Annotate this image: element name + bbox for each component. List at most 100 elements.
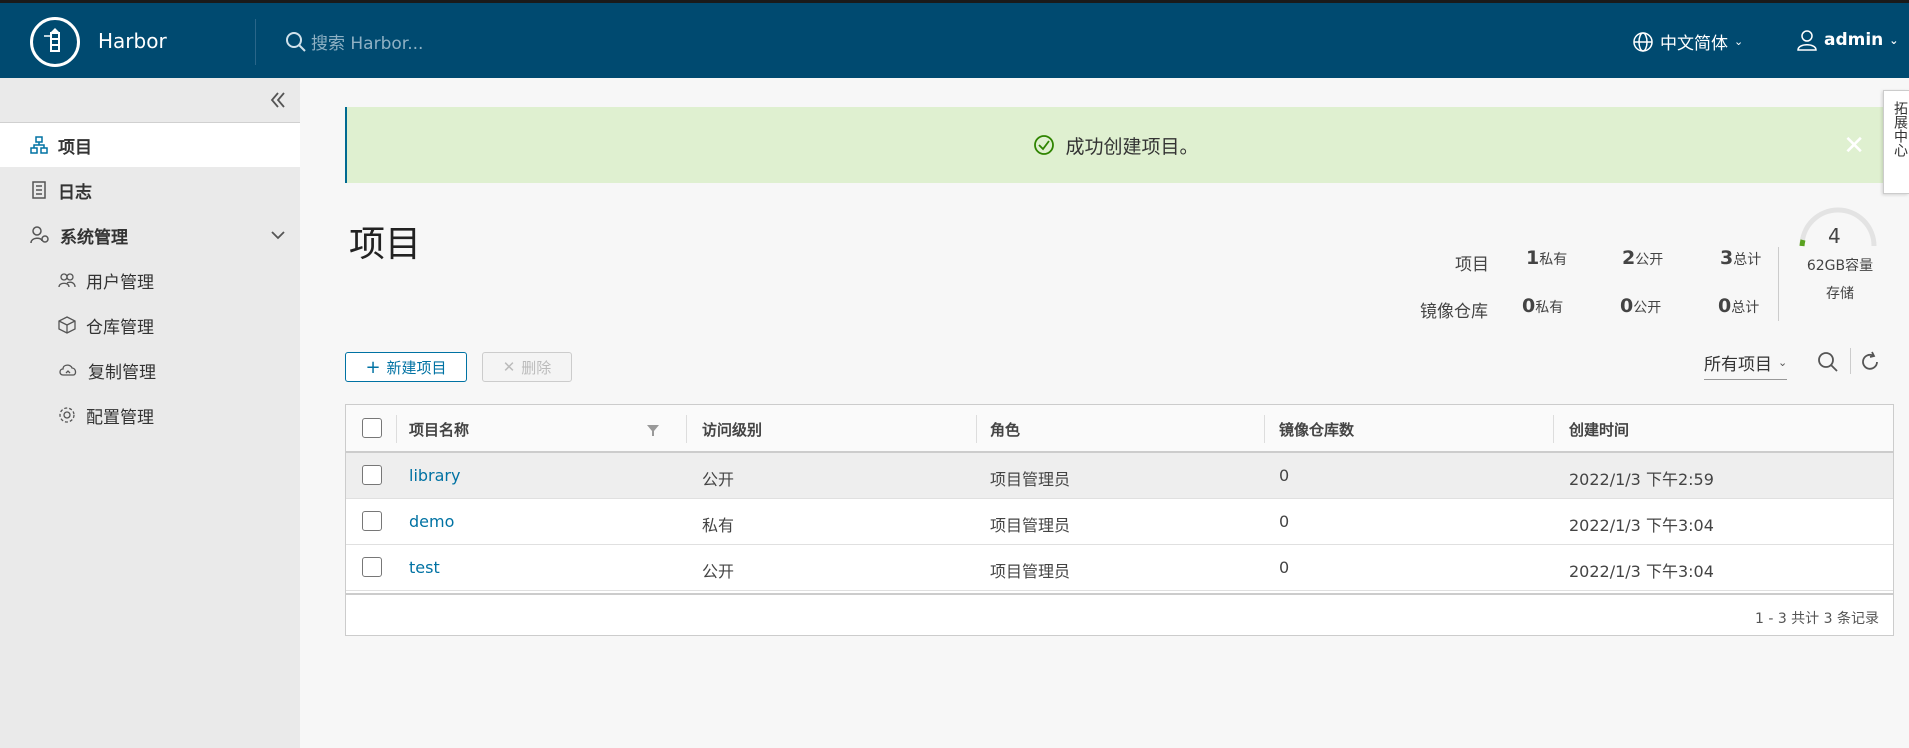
filter-icon[interactable] (646, 423, 660, 437)
summary-project-label: 项目 (1455, 255, 1489, 275)
project-name-link[interactable]: test (409, 558, 440, 577)
filter-value: 所有项目 (1704, 355, 1772, 375)
registry-icon (58, 316, 76, 334)
sidebar-subitem-label: 用户管理 (86, 272, 154, 293)
sidebar-item-registries[interactable]: 仓库管理 (0, 303, 300, 347)
top-navigation-bar: Harbor 搜索 Harbor... 中文简体 ⌄ admin ⌄ (0, 0, 1909, 78)
language-selector[interactable]: 中文简体 ⌄ (1632, 29, 1743, 54)
pagination-info: 1 - 3 共计 3 条记录 (1754, 611, 1879, 627)
toolbar-divider (1850, 348, 1851, 374)
delete-label: 删除 (521, 358, 552, 377)
project-icon (30, 136, 48, 154)
table-row[interactable]: test 公开 项目管理员 0 2022/1/3 下午3:04 (346, 545, 1893, 591)
row-checkbox[interactable] (362, 465, 382, 485)
global-search[interactable]: 搜索 Harbor... (285, 29, 423, 54)
column-separator (976, 415, 977, 443)
users-icon (58, 273, 76, 288)
select-all-checkbox[interactable] (362, 418, 382, 438)
page-title: 项目 (349, 224, 422, 265)
project-filter-select[interactable]: 所有项目 ⌄ (1704, 350, 1788, 380)
column-separator (1553, 415, 1554, 443)
repo-count: 0 (1279, 466, 1290, 485)
header-divider (255, 19, 256, 65)
role: 项目管理员 (990, 470, 1071, 489)
sidebar-subitem-label: 复制管理 (88, 362, 156, 383)
check-circle-icon (1034, 135, 1055, 155)
access-level: 公开 (702, 470, 735, 489)
project-private-count: 1私有 (1526, 247, 1568, 269)
delete-button[interactable]: ✕ 删除 (482, 352, 572, 382)
alert-message: 成功创建项目。 (1065, 135, 1199, 158)
extension-drawer-tab[interactable]: 拓展中心 (1883, 90, 1909, 194)
column-separator (1264, 415, 1265, 443)
sidebar-item-label: 项目 (58, 137, 92, 158)
sidebar-item-config[interactable]: 配置管理 (0, 393, 300, 437)
sidebar-item-replication[interactable]: 复制管理 (0, 348, 300, 392)
creation-time: 2022/1/3 下午3:04 (1569, 516, 1714, 535)
repo-count: 0 (1279, 512, 1290, 531)
sidebar-subitem-label: 仓库管理 (86, 317, 154, 338)
project-public-count: 2公开 (1622, 247, 1664, 269)
new-project-label: 新建项目 (386, 358, 447, 377)
storage-capacity: 62GB容量 (1806, 258, 1874, 274)
sidebar-item-users[interactable]: 用户管理 (0, 258, 300, 302)
config-icon (59, 407, 75, 423)
column-header-created[interactable]: 创建时间 (1569, 419, 1629, 440)
repo-total-count: 0总计 (1718, 295, 1760, 317)
repo-count: 0 (1279, 558, 1290, 577)
sidebar-item-label: 日志 (58, 182, 92, 203)
language-label: 中文简体 (1660, 34, 1728, 54)
sidebar-item-logs[interactable]: 日志 (0, 168, 300, 212)
collapse-sidebar-icon[interactable] (268, 90, 288, 110)
summary-divider (1778, 247, 1779, 321)
harbor-logo-icon[interactable] (30, 17, 80, 67)
project-total-count: 3总计 (1720, 247, 1762, 269)
plus-icon: + (365, 356, 381, 378)
project-name-link[interactable]: demo (409, 512, 454, 531)
table-header: 项目名称 访问级别 角色 镜像仓库数 创建时间 (346, 405, 1893, 453)
sidebar-item-projects[interactable]: 项目 (0, 123, 300, 167)
column-separator (396, 415, 397, 443)
role: 项目管理员 (990, 562, 1071, 581)
summary-repo-label: 镜像仓库 (1420, 302, 1488, 322)
access-level: 私有 (702, 516, 735, 535)
user-menu[interactable]: admin ⌄ (1796, 29, 1899, 51)
drawer-tab-label: 拓展中心 (1892, 101, 1908, 157)
refresh-icon[interactable] (1858, 350, 1882, 374)
close-icon[interactable]: ✕ (1843, 131, 1865, 161)
table-row[interactable]: library 公开 项目管理员 0 2022/1/3 下午2:59 (346, 453, 1893, 499)
repo-private-count: 0私有 (1522, 295, 1564, 317)
row-checkbox[interactable] (362, 557, 382, 577)
chevron-down-icon: ⌄ (1778, 356, 1788, 369)
column-separator (686, 415, 687, 443)
repo-public-count: 0公开 (1620, 295, 1662, 317)
brand-name[interactable]: Harbor (98, 29, 167, 53)
search-icon (286, 31, 306, 52)
globe-icon (1633, 31, 1653, 52)
sidebar-item-admin[interactable]: 系统管理 (0, 213, 300, 257)
creation-time: 2022/1/3 下午3:04 (1569, 562, 1714, 581)
row-checkbox[interactable] (362, 511, 382, 531)
creation-time: 2022/1/3 下午2:59 (1569, 470, 1714, 489)
table-footer: 1 - 3 共计 3 条记录 (346, 593, 1893, 637)
column-header-role[interactable]: 角色 (990, 419, 1020, 440)
project-name-link[interactable]: library (409, 466, 460, 485)
username: admin (1824, 30, 1884, 50)
sidebar-subitem-label: 配置管理 (86, 407, 154, 428)
sidebar: 项目 日志 系统管理 用户管理 仓库管理 复制管理 配置管理 (0, 78, 300, 748)
sidebar-item-label: 系统管理 (60, 227, 128, 248)
storage-info: 62GB容量 存储 (1800, 252, 1880, 308)
column-header-access[interactable]: 访问级别 (702, 419, 762, 440)
new-project-button[interactable]: + 新建项目 (345, 352, 467, 382)
column-header-name[interactable]: 项目名称 (409, 419, 469, 440)
table-row[interactable]: demo 私有 项目管理员 0 2022/1/3 下午3:04 (346, 499, 1893, 545)
search-input[interactable]: 搜索 Harbor... (311, 29, 423, 54)
column-header-repo-count[interactable]: 镜像仓库数 (1279, 419, 1354, 440)
chevron-down-icon: ⌄ (1889, 33, 1899, 47)
chevron-down-icon[interactable] (270, 227, 286, 243)
user-icon (1797, 30, 1817, 51)
search-icon[interactable] (1816, 350, 1840, 374)
access-level: 公开 (702, 562, 735, 581)
storage-count: 4 (1828, 224, 1841, 248)
projects-table: 项目名称 访问级别 角色 镜像仓库数 创建时间 library 公开 项目管理员… (345, 404, 1894, 636)
